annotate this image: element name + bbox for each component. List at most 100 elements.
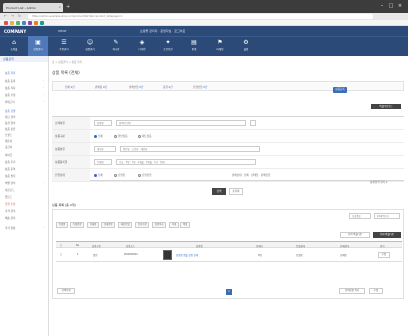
menu-stats[interactable]: ▤ 통계 (184, 36, 204, 56)
bookmark-icon[interactable] (40, 21, 44, 25)
close-window-button[interactable]: × (396, 2, 404, 10)
browser-tab[interactable]: Product List - Admin × (3, 3, 63, 12)
bookmark-icon[interactable] (4, 21, 8, 25)
sidebar-item[interactable]: 엑셀 관리 (5, 181, 15, 185)
delete-selected-button[interactable]: 선택삭제 (57, 288, 75, 294)
sidebar-item[interactable]: 재고 관리 (5, 115, 15, 119)
bulk-action-button[interactable]: 상품복사 (152, 222, 167, 228)
row-checkbox[interactable]: □ (60, 253, 62, 256)
bulk-action-button[interactable]: 진열함 (56, 222, 69, 228)
radio-option[interactable]: 전체 (94, 134, 103, 138)
sidebar-item[interactable]: 다운로드 (5, 188, 15, 192)
radio-option[interactable]: 진열함 (114, 173, 125, 177)
sidebar-item[interactable]: 브랜드 (5, 133, 12, 137)
sidebar-item[interactable]: 상품 진열 (5, 109, 15, 113)
menu-order[interactable]: ☰ 주문관리 (54, 36, 74, 56)
sidebar-item[interactable]: 상품 문의 (5, 167, 15, 171)
category-subselect[interactable]: 중분류 · 소분류 · 세분류 (120, 146, 260, 152)
summary-item[interactable]: 판매안함 0건 (129, 85, 143, 89)
excel-download-button[interactable]: 엑셀다운로드 (371, 104, 401, 109)
edit-row-button[interactable]: 수정 (378, 252, 390, 258)
menu-shop[interactable]: ⌂ 쇼핑몰 (4, 36, 24, 56)
bulk-action-button[interactable]: 메인진열 (118, 222, 133, 228)
sidebar-item[interactable]: 상품 분류 (5, 127, 15, 131)
sidebar-item[interactable]: 상품 복사 (5, 86, 15, 90)
sidebar-item[interactable]: 상품 필터 (5, 174, 15, 178)
sidebar-item[interactable]: 공급사 (5, 145, 12, 149)
sidebar-item[interactable]: 상품 후기 (5, 160, 15, 164)
cell-product-name[interactable]: 상품명 샘플 상품 상세 (176, 253, 198, 257)
search-keyword-input[interactable]: 검색어 입력 (116, 120, 246, 126)
bulk-action-button[interactable]: 판매함 (87, 222, 100, 228)
menu-product[interactable]: ▣ 상품관리 (28, 36, 48, 56)
all-excel-button[interactable]: 전체 엑셀다운 (373, 232, 401, 238)
menu-settings[interactable]: ⚙ 설정 (236, 36, 256, 56)
bookmark-icon[interactable] (16, 21, 20, 25)
bulk-action-button[interactable]: 판매안함 (101, 222, 116, 228)
summary-item[interactable]: 판매중 0건 (95, 85, 107, 89)
search-button[interactable]: 검색 (212, 188, 226, 195)
menu-marketing[interactable]: ⚑ 마케팅 (210, 36, 230, 56)
search-add-button[interactable] (250, 120, 256, 126)
sidebar-item[interactable]: 업로드 (5, 195, 12, 199)
copy-selected-button[interactable]: 선택상품 복사 (339, 288, 365, 294)
minimize-button[interactable]: – (378, 2, 386, 10)
bulk-action-button[interactable]: 엑셀 (180, 222, 191, 228)
page-number[interactable]: 1 (226, 289, 232, 295)
bookmark-icon[interactable] (34, 21, 38, 25)
advanced-search-link[interactable]: 상세검색 열기 ▾ (370, 180, 387, 184)
summary-item[interactable]: 진열안함 0건 (193, 85, 207, 89)
back-button[interactable]: ← (3, 14, 8, 19)
bulk-action-button[interactable]: 분류수정 (135, 222, 150, 228)
reset-button[interactable]: 초기화 (229, 188, 243, 195)
sidebar-item[interactable]: 배송 관리 (5, 216, 15, 220)
search-type-select[interactable]: 상품명 (94, 120, 112, 126)
sidebar-item[interactable]: 카테고리 (5, 100, 15, 104)
sidebar-item[interactable]: 제조사 (5, 139, 12, 143)
address-bar[interactable]: https://admin.example-shop.com/product/l… (28, 14, 373, 19)
summary-item[interactable]: 품절 0건 (163, 85, 173, 89)
menu-design[interactable]: ◈ 디자인 (132, 36, 152, 56)
sidebar-item[interactable]: 옵션 관리 (5, 121, 15, 125)
summary-item[interactable]: 전체 0건 (65, 85, 75, 89)
shop-name[interactable]: SHOP (58, 29, 66, 33)
sidebar-item[interactable]: 상품 목록 (5, 71, 15, 75)
per-page-select[interactable]: 10개씩보기 (374, 213, 400, 219)
menu-board[interactable]: ✎ 게시판 (106, 36, 126, 56)
tab-close-icon[interactable]: × (58, 5, 61, 9)
maximize-button[interactable]: □ (387, 2, 395, 10)
sale-status-options[interactable]: 판매상태 · 전체 · 판매함 · 판매안함 (232, 173, 270, 177)
menu-member[interactable]: ☺ 회원관리 (80, 36, 100, 56)
category-select[interactable]: 대분류 (94, 146, 116, 152)
app-logo[interactable]: COMPANY (4, 29, 26, 34)
sidebar-item[interactable]: 상품 등록 (5, 79, 15, 83)
new-tab-button[interactable]: + (66, 4, 72, 10)
select-excel-button[interactable]: 선택 엑셀다운 (340, 232, 370, 238)
edit-selected-button[interactable]: 수정 (369, 288, 383, 294)
table-row[interactable]: □ 1 일반 P0000000A 상품명 샘플 상품 상세 0원 진열함 판매함… (56, 248, 402, 262)
product-thumbnail[interactable] (163, 250, 172, 260)
radio-option[interactable]: 진열안함 (138, 173, 152, 177)
sort-select[interactable]: 신상품순 (349, 213, 371, 219)
date-type-select[interactable]: 등록일 (94, 159, 112, 165)
sidebar-item[interactable]: 가격 관리 (5, 209, 15, 213)
admin-info[interactable]: 쇼핑몰 관리자 · 운영자님 · 로그아웃 (140, 29, 185, 33)
date-range-buttons[interactable]: 오늘 · 3일 · 7일 · 1개월 · 3개월 · 1년 · 전체 (116, 159, 256, 165)
radio-option[interactable]: 세트상품 (138, 134, 152, 138)
bookmark-icon[interactable] (28, 21, 32, 25)
register-product-button[interactable]: 상품등록 (333, 87, 347, 93)
reload-button[interactable]: ↻ (17, 14, 22, 19)
forward-button[interactable]: → (10, 14, 15, 19)
sidebar-item[interactable]: 추가 설정 (5, 226, 15, 230)
bookmark-icon[interactable] (22, 21, 26, 25)
select-all-checkbox[interactable]: □ (60, 244, 62, 247)
sidebar-item[interactable]: 일괄 수정 (5, 202, 15, 206)
radio-option[interactable]: 전체 (94, 173, 103, 177)
menu-promotion[interactable]: ✦ 프로모션 (158, 36, 178, 56)
bulk-action-button[interactable]: 삭제 (169, 222, 180, 228)
sidebar-item[interactable]: 아이콘 (5, 153, 12, 157)
radio-option[interactable]: 일반상품 (114, 134, 128, 138)
bookmark-icon[interactable] (10, 21, 14, 25)
sidebar-item[interactable]: 상품 수정 (5, 93, 15, 97)
bulk-action-button[interactable]: 진열안함 (70, 222, 85, 228)
